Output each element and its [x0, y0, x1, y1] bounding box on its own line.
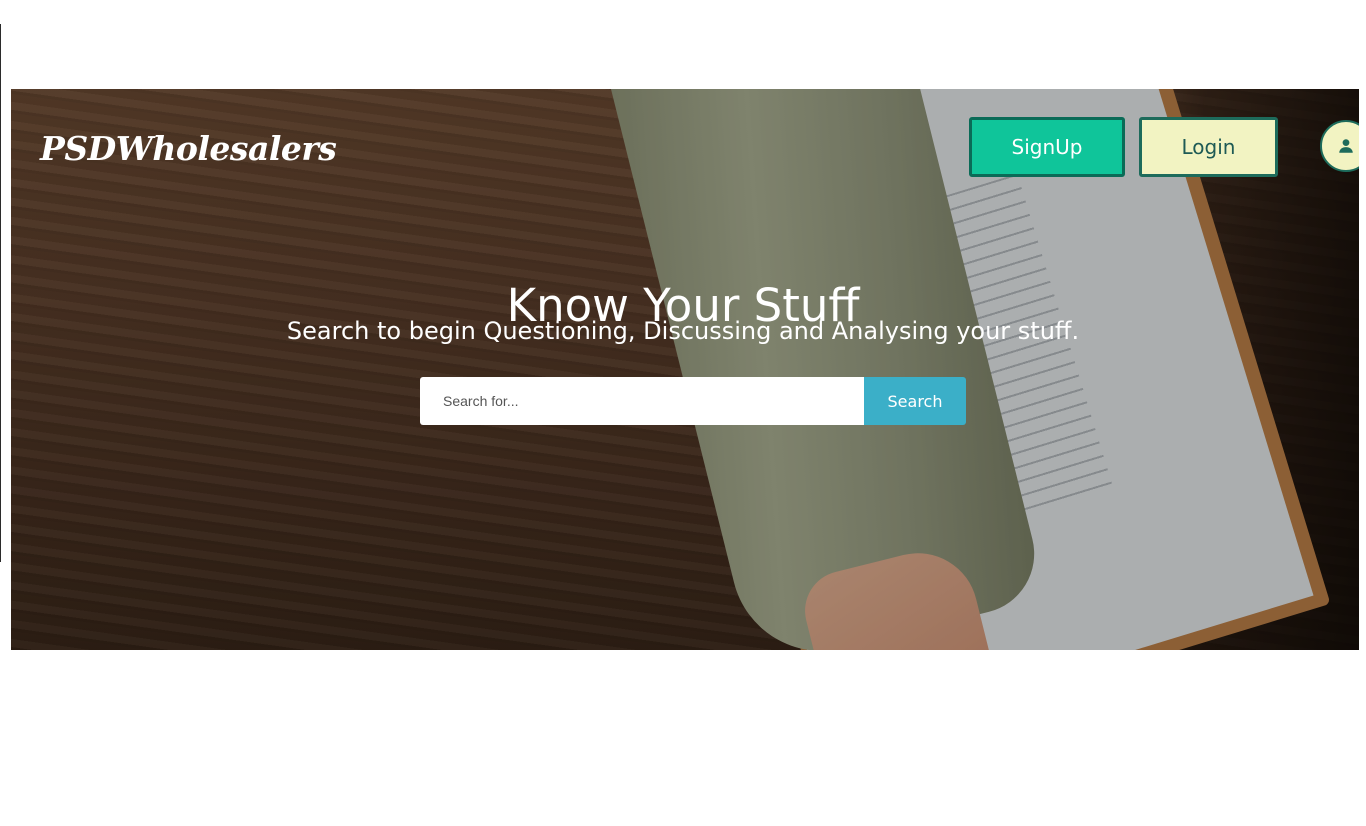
- signup-button[interactable]: SignUp: [969, 117, 1125, 177]
- search-bar: Search: [420, 377, 966, 425]
- site-logo[interactable]: PSDWholesalers: [40, 129, 337, 168]
- search-button[interactable]: Search: [864, 377, 966, 425]
- login-button[interactable]: Login: [1139, 117, 1278, 177]
- hero-subtitle: Search to begin Questioning, Discussing …: [286, 317, 1080, 345]
- hero-section: PSDWholesalers SignUp Login Know Your St…: [11, 89, 1359, 650]
- user-icon: [1339, 139, 1353, 153]
- page-left-border: [0, 24, 1, 562]
- search-input[interactable]: [420, 377, 864, 425]
